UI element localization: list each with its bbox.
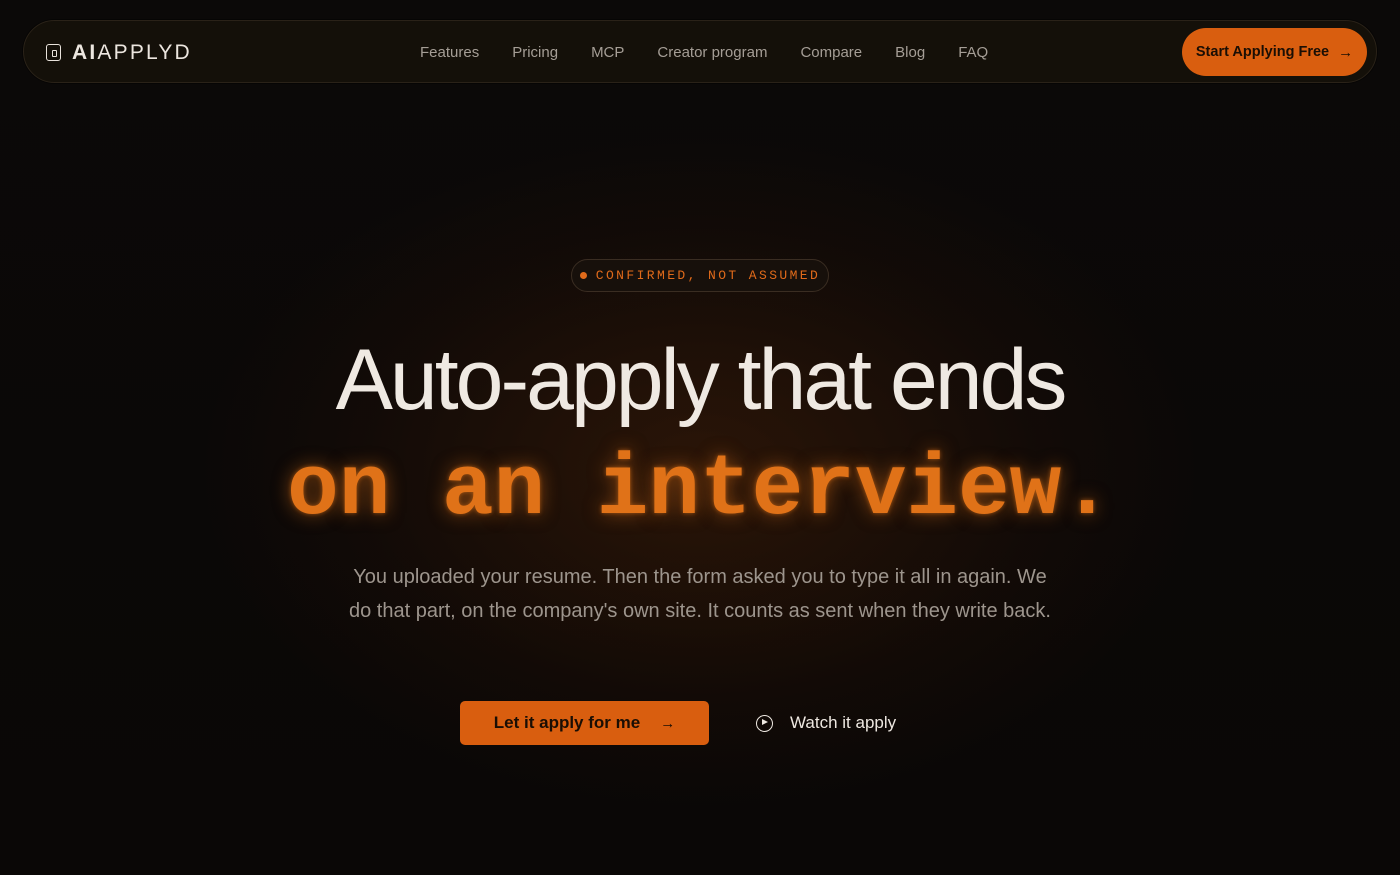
badge-text: CONFIRMED, NOT ASSUMED	[595, 268, 821, 283]
hero-badge: CONFIRMED, NOT ASSUMED	[571, 259, 829, 292]
nav-link-blog[interactable]: Blog	[895, 44, 925, 61]
let-it-apply-label: Let it apply for me	[493, 713, 641, 732]
nav-link-creator-program[interactable]: Creator program	[657, 44, 767, 61]
play-circle-icon	[756, 714, 773, 732]
arrow-right-icon: →	[660, 714, 676, 732]
hero-headline-accent: on an interview.	[287, 441, 1113, 539]
start-applying-button[interactable]: Start Applying Free →	[1182, 28, 1367, 76]
document-lock-icon	[46, 44, 61, 61]
nav-link-mcp[interactable]: MCP	[591, 44, 624, 61]
logo-text: AIAPPLYD	[72, 41, 192, 65]
logo-text-bold: AI	[72, 40, 98, 64]
nav-links: Features Pricing MCP Creator program Com…	[420, 21, 988, 84]
logo[interactable]: AIAPPLYD	[46, 21, 192, 84]
nav-link-compare[interactable]: Compare	[800, 44, 862, 61]
hero-headline: Auto-apply that ends	[335, 332, 1068, 428]
let-it-apply-button[interactable]: Let it apply for me →	[460, 701, 709, 745]
top-navbar: AIAPPLYD Features Pricing MCP Creator pr…	[23, 20, 1377, 83]
status-dot-icon	[579, 272, 587, 279]
nav-link-faq[interactable]: FAQ	[958, 44, 988, 61]
landing-page: AIAPPLYD Features Pricing MCP Creator pr…	[0, 0, 1400, 875]
start-applying-label: Start Applying Free	[1195, 44, 1330, 60]
watch-it-apply-button[interactable]: Watch it apply	[756, 701, 896, 745]
watch-it-apply-label: Watch it apply	[790, 713, 897, 732]
hero-subtext: You uploaded your resume. Then the form …	[349, 566, 1051, 622]
arrow-right-icon: →	[1338, 43, 1354, 61]
nav-link-pricing[interactable]: Pricing	[512, 44, 558, 61]
logo-text-light: APPLYD	[97, 40, 192, 64]
nav-link-features[interactable]: Features	[420, 44, 479, 61]
